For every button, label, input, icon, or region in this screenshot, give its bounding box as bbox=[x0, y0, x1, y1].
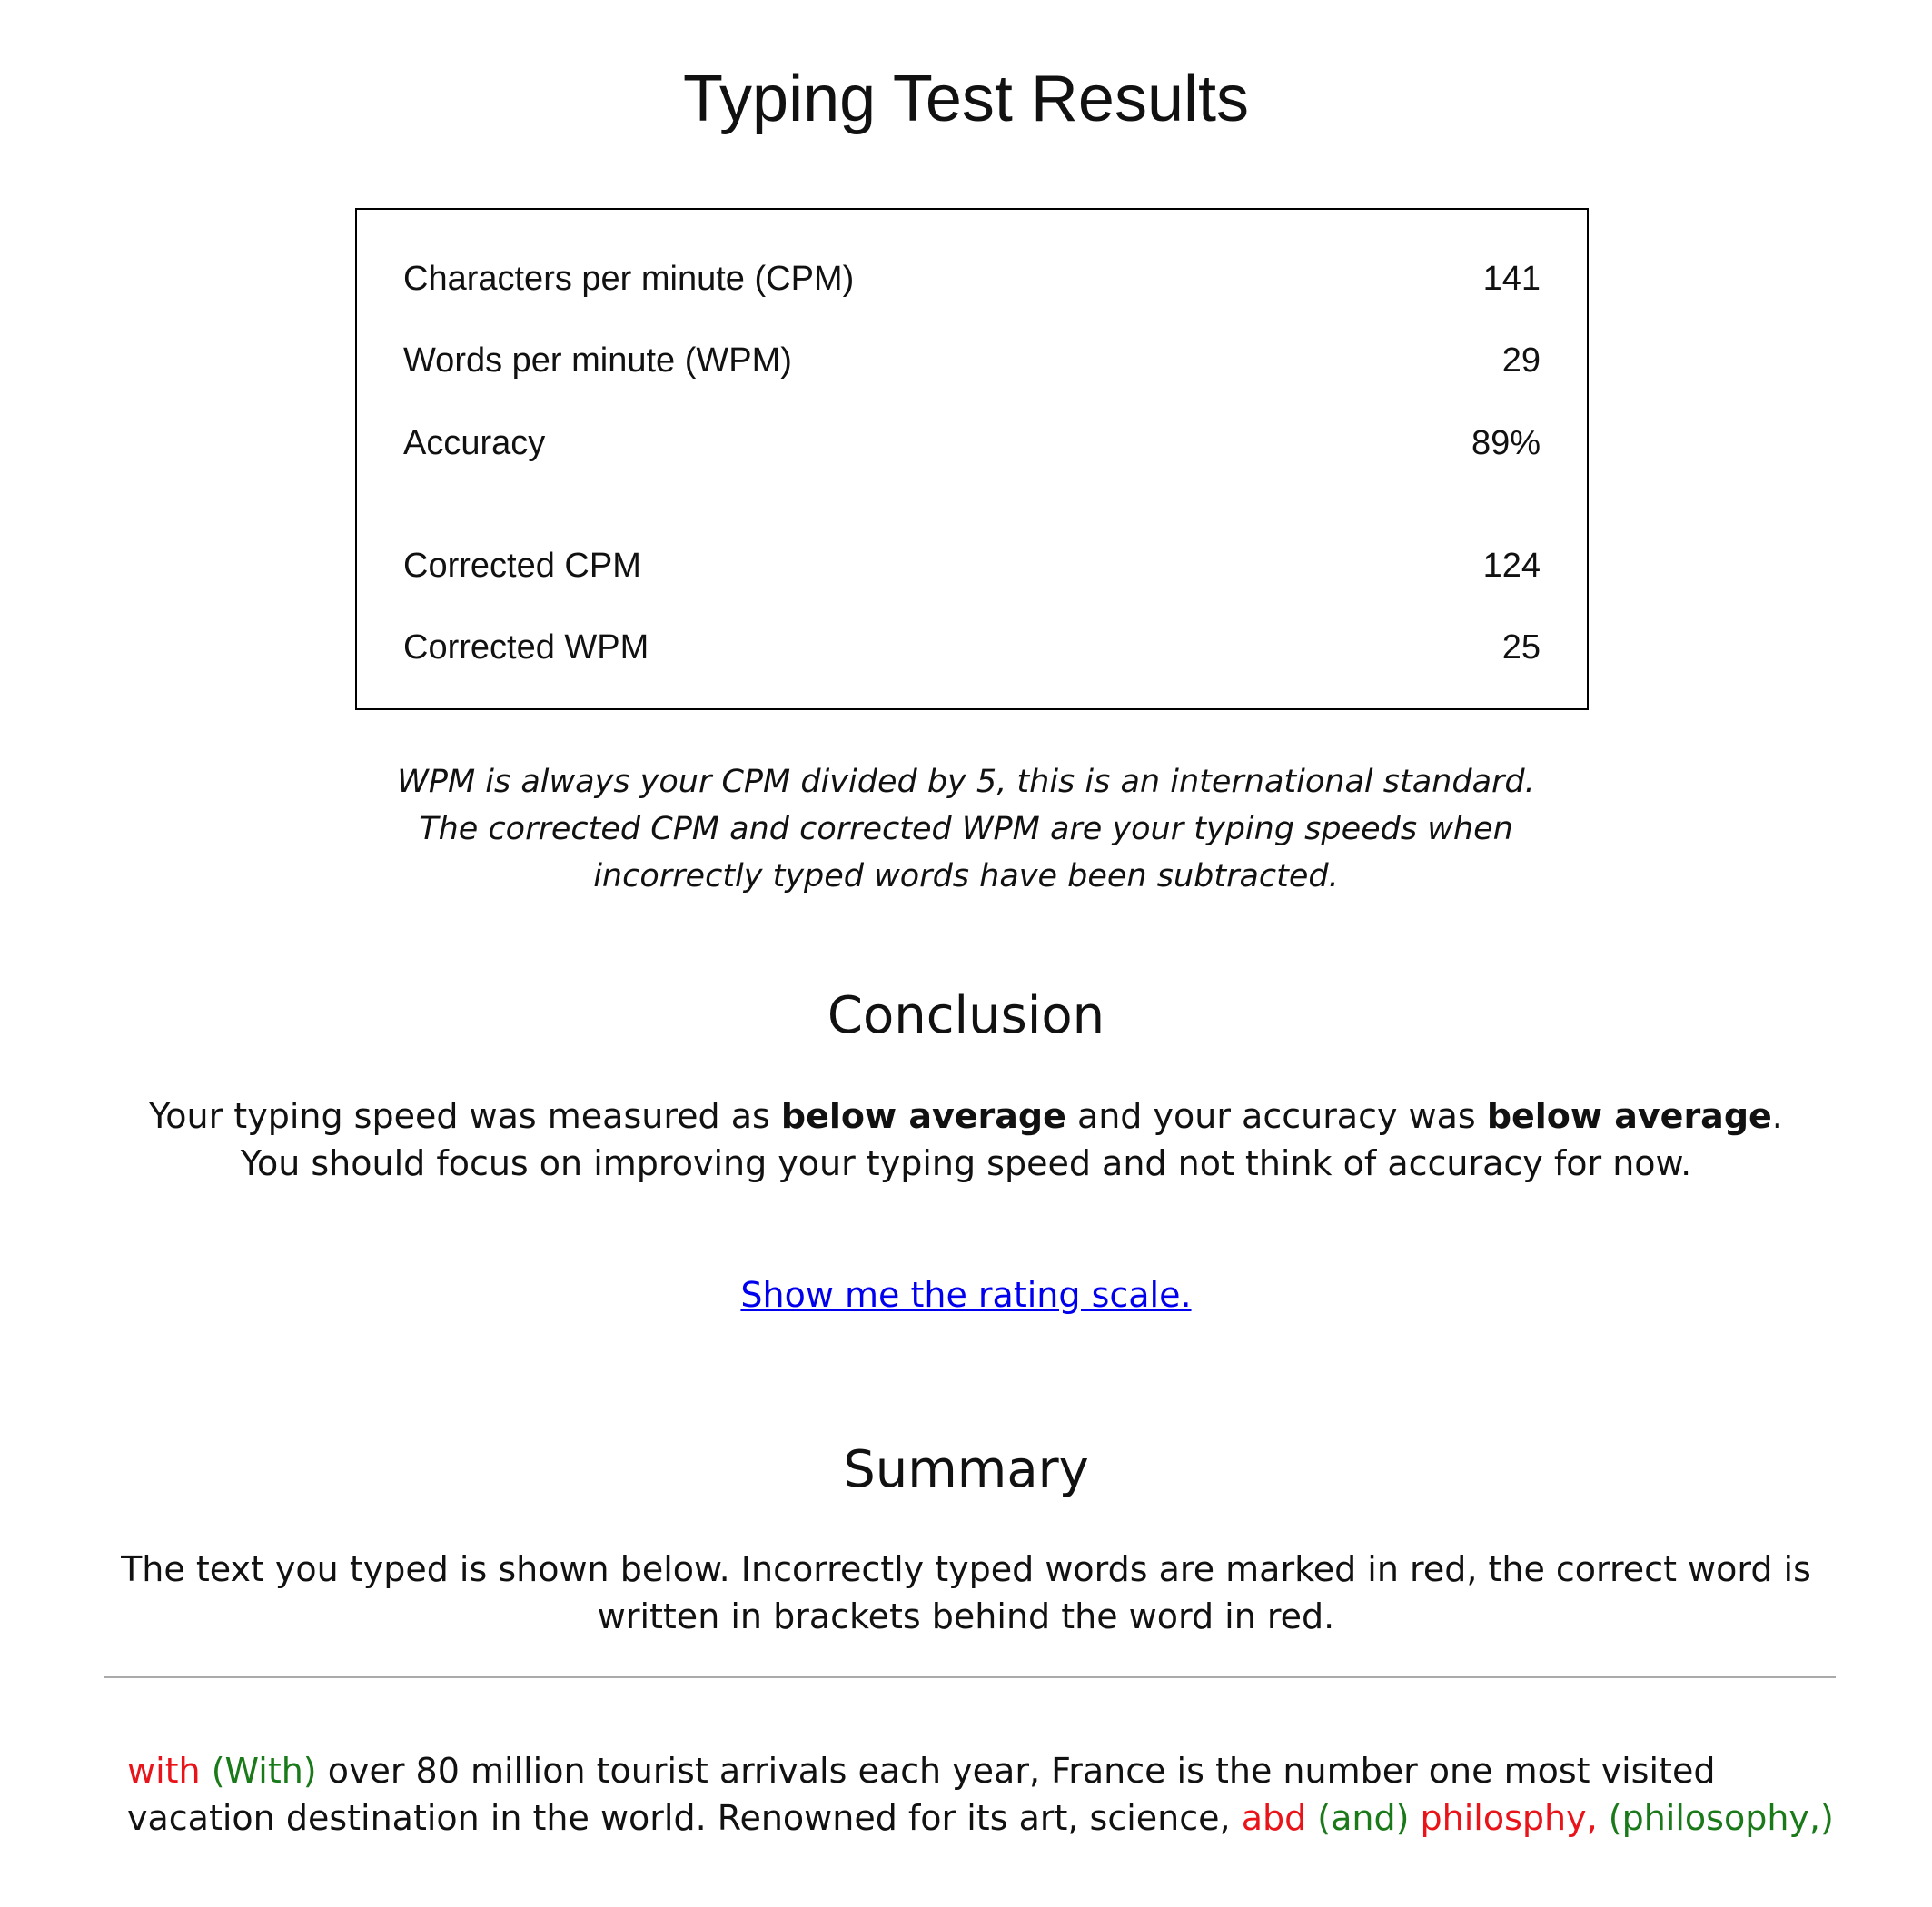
results-stats-box: Characters per minute (CPM) 141 Words pe… bbox=[355, 208, 1589, 710]
note-line: The corrected CPM and corrected WPM are … bbox=[419, 811, 1513, 847]
rating-link-container: Show me the rating scale. bbox=[0, 1271, 1932, 1319]
incorrect-word: philosphy, bbox=[1409, 1798, 1598, 1838]
typed-text-output: with (With) over 80 million tourist arri… bbox=[127, 1747, 1853, 1842]
stat-value-cpm: 141 bbox=[1482, 260, 1541, 298]
stat-row-corrected-cpm: Corrected CPM 124 bbox=[403, 548, 1541, 583]
conclusion-text-part: and your accuracy was bbox=[1065, 1096, 1487, 1136]
summary-line-2: written in brackets behind the word in r… bbox=[597, 1596, 1335, 1636]
note-line: incorrectly typed words have been subtra… bbox=[593, 858, 1339, 894]
incorrect-word: with bbox=[127, 1751, 201, 1791]
note-line: WPM is always your CPM divided by 5, thi… bbox=[397, 764, 1535, 800]
stat-row-wpm: Words per minute (WPM) 29 bbox=[403, 343, 1541, 378]
typed-text-line-1: with (With) over 80 million tourist arri… bbox=[127, 1747, 1853, 1794]
correct-word: (philosophy,) bbox=[1597, 1798, 1834, 1838]
stat-label-wpm: Words per minute (WPM) bbox=[403, 341, 792, 380]
stat-row-corrected-wpm: Corrected WPM 25 bbox=[403, 630, 1541, 665]
typed-text-segment: vacation destination in the world. Renow… bbox=[127, 1798, 1242, 1838]
incorrect-word: abd bbox=[1241, 1798, 1307, 1838]
rating-scale-link[interactable]: Show me the rating scale. bbox=[740, 1275, 1191, 1315]
conclusion-line-1: Your typing speed was measured as below … bbox=[0, 1092, 1932, 1140]
conclusion-heading: Conclusion bbox=[827, 986, 1105, 1045]
typed-text-line-2: vacation destination in the world. Renow… bbox=[127, 1794, 1853, 1842]
stat-label-cpm: Characters per minute (CPM) bbox=[403, 260, 855, 298]
conclusion-text: Your typing speed was measured as below … bbox=[0, 1092, 1932, 1187]
summary-line-1: The text you typed is shown below. Incor… bbox=[121, 1549, 1811, 1589]
stat-label-accuracy: Accuracy bbox=[403, 424, 546, 462]
correct-word: (With) bbox=[200, 1751, 317, 1791]
summary-heading: Summary bbox=[843, 1440, 1089, 1499]
stat-row-cpm: Characters per minute (CPM) 141 bbox=[403, 262, 1541, 296]
stat-label-corrected-cpm: Corrected CPM bbox=[403, 547, 641, 585]
page-title: Typing Test Results bbox=[683, 63, 1249, 135]
accuracy-rating: below average bbox=[1486, 1096, 1772, 1136]
stat-value-accuracy: 89% bbox=[1471, 424, 1541, 462]
conclusion-text-part: . bbox=[1771, 1096, 1783, 1136]
conclusion-line-2: You should focus on improving your typin… bbox=[240, 1143, 1692, 1183]
stat-row-accuracy: Accuracy 89% bbox=[403, 426, 1541, 460]
typed-text-segment: over 80 million tourist arrivals each ye… bbox=[316, 1751, 1716, 1791]
stat-value-corrected-cpm: 124 bbox=[1482, 547, 1541, 585]
wpm-explanation-note: WPM is always your CPM divided by 5, thi… bbox=[0, 758, 1932, 900]
stat-value-corrected-wpm: 25 bbox=[1501, 628, 1541, 667]
summary-text: The text you typed is shown below. Incor… bbox=[0, 1546, 1932, 1640]
divider bbox=[104, 1676, 1836, 1678]
correct-word: (and) bbox=[1306, 1798, 1410, 1838]
stat-label-corrected-wpm: Corrected WPM bbox=[403, 628, 649, 667]
conclusion-text-part: Your typing speed was measured as bbox=[149, 1096, 781, 1136]
stat-value-wpm: 29 bbox=[1501, 341, 1541, 380]
speed-rating: below average bbox=[780, 1096, 1066, 1136]
